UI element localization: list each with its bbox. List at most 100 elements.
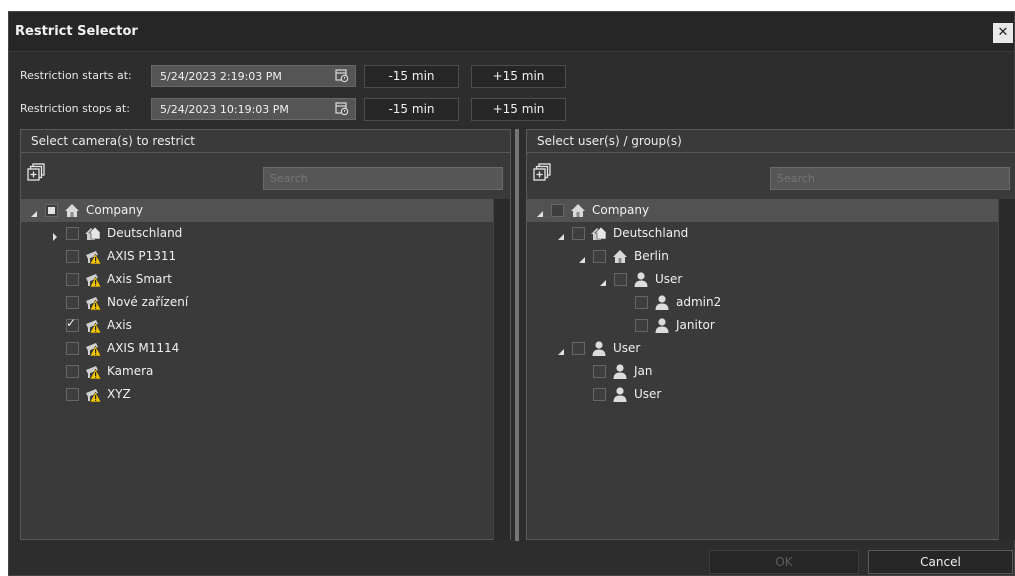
checkmark-icon: ✓ [66,316,77,330]
tree-checkbox[interactable] [593,388,606,401]
camera-warning-icon [85,295,102,311]
user-panel-title: Select user(s) / group(s) [527,130,1015,153]
tree-checkbox[interactable] [66,342,79,355]
tree-item-label: AXIS M1114 [107,341,180,355]
tree-row[interactable]: Company [527,199,998,222]
tree-item-label: Deutschland [107,226,183,240]
tree-checkbox[interactable] [572,227,585,240]
home-icon [64,203,80,218]
tree-item-label: Kamera [107,364,154,378]
start-plus-15-button[interactable]: +15 min [471,65,566,88]
start-minus-15-button[interactable]: -15 min [364,65,459,88]
tree-checkbox[interactable] [635,319,648,332]
restriction-stop-value: 5/24/2023 10:19:03 PM [160,103,289,116]
camera-warning-icon [85,364,102,380]
tree-item-label: Company [86,203,144,217]
tree-checkbox[interactable] [66,296,79,309]
camera-tree-scrollbar[interactable] [493,199,510,540]
user-icon [654,318,670,333]
home-icon [570,203,586,218]
collapse-arrow-icon[interactable] [578,253,586,263]
camera-tree: Company Deutschland AXIS P1311 Axis Smart No… [21,199,493,540]
collapse-arrow-icon[interactable] [536,207,544,217]
close-button[interactable]: ✕ [993,23,1013,43]
site-icon [591,226,608,241]
tree-item-label: AXIS P1311 [107,249,177,263]
tree-checkbox[interactable] [66,273,79,286]
tree-row[interactable]: Axis Smart [21,268,493,291]
tree-row[interactable]: Kamera [21,360,493,383]
tree-row[interactable]: Janitor [527,314,998,337]
tree-row[interactable]: ✓ Axis [21,314,493,337]
calendar-icon[interactable] [335,68,349,83]
stop-plus-15-button[interactable]: +15 min [471,98,566,121]
user-panel: Select user(s) / group(s) Company Deutsch… [526,129,1015,540]
select-all-icon[interactable] [533,163,551,181]
tree-item-label: Jan [634,364,653,378]
camera-search-input[interactable] [263,167,503,190]
user-icon [654,295,670,310]
tree-item-label: Berlin [634,249,669,263]
tree-row[interactable]: AXIS P1311 [21,245,493,268]
tree-row[interactable]: Jan [527,360,998,383]
tree-row[interactable]: Deutschland [21,222,493,245]
tree-row[interactable]: User [527,337,998,360]
user-tree-scrollbar[interactable] [998,199,1015,540]
collapse-arrow-icon[interactable] [599,276,607,286]
collapse-arrow-icon[interactable] [557,230,565,240]
ok-button[interactable]: OK [709,550,859,574]
tree-checkbox[interactable] [45,204,58,217]
user-icon [633,272,649,287]
user-icon [612,387,628,402]
tree-checkbox[interactable]: ✓ [66,316,79,332]
tree-checkbox[interactable] [614,273,627,286]
tree-checkbox[interactable] [66,365,79,378]
collapse-arrow-icon[interactable] [30,207,38,217]
tree-row[interactable]: Nové zařízení [21,291,493,314]
camera-warning-icon [85,249,102,265]
calendar-icon[interactable] [335,101,349,116]
tree-item-label: Axis [107,318,132,332]
user-search-input[interactable] [770,167,1010,190]
tree-row[interactable]: User [527,268,998,291]
user-icon [591,341,607,356]
tree-item-label: Deutschland [613,226,689,240]
tree-row[interactable]: Berlin [527,245,998,268]
title-bar: Restrict Selector ✕ [9,12,1014,52]
restrict-selector-dialog: Restrict Selector ✕ Restriction starts a… [8,11,1015,576]
tree-row[interactable]: admin2 [527,291,998,314]
tree-checkbox[interactable] [635,296,648,309]
panel-splitter[interactable] [515,129,519,541]
tree-item-label: User [655,272,683,286]
restriction-stop-label: Restriction stops at: [20,102,130,115]
tree-item-label: User [634,387,662,401]
restriction-start-field[interactable]: 5/24/2023 2:19:03 PM [151,65,356,87]
camera-warning-icon [85,318,102,334]
tree-item-label: Nové zařízení [107,295,189,309]
tree-row[interactable]: XYZ [21,383,493,406]
tree-row[interactable]: Deutschland [527,222,998,245]
tree-item-label: User [613,341,641,355]
tree-row[interactable]: AXIS M1114 [21,337,493,360]
tree-checkbox[interactable] [572,342,585,355]
restriction-stop-field[interactable]: 5/24/2023 10:19:03 PM [151,98,356,120]
tree-item-label: Janitor [676,318,715,332]
camera-warning-icon [85,272,102,288]
user-tree: Company Deutschland Berlin User admin2 Janito… [527,199,998,540]
expand-arrow-icon[interactable] [51,230,59,241]
collapse-arrow-icon[interactable] [557,345,565,355]
tree-item-label: Axis Smart [107,272,173,286]
select-all-icon[interactable] [27,163,45,181]
tree-row[interactable]: Company [21,199,493,222]
site-icon [85,226,102,241]
tree-checkbox[interactable] [593,365,606,378]
stop-minus-15-button[interactable]: -15 min [364,98,459,121]
tree-checkbox[interactable] [66,227,79,240]
tree-checkbox[interactable] [66,250,79,263]
tree-checkbox[interactable] [551,204,564,217]
tree-row[interactable]: User [527,383,998,406]
tree-checkbox[interactable] [593,250,606,263]
cancel-button[interactable]: Cancel [868,550,1013,574]
home-icon [612,249,628,264]
tree-checkbox[interactable] [66,388,79,401]
